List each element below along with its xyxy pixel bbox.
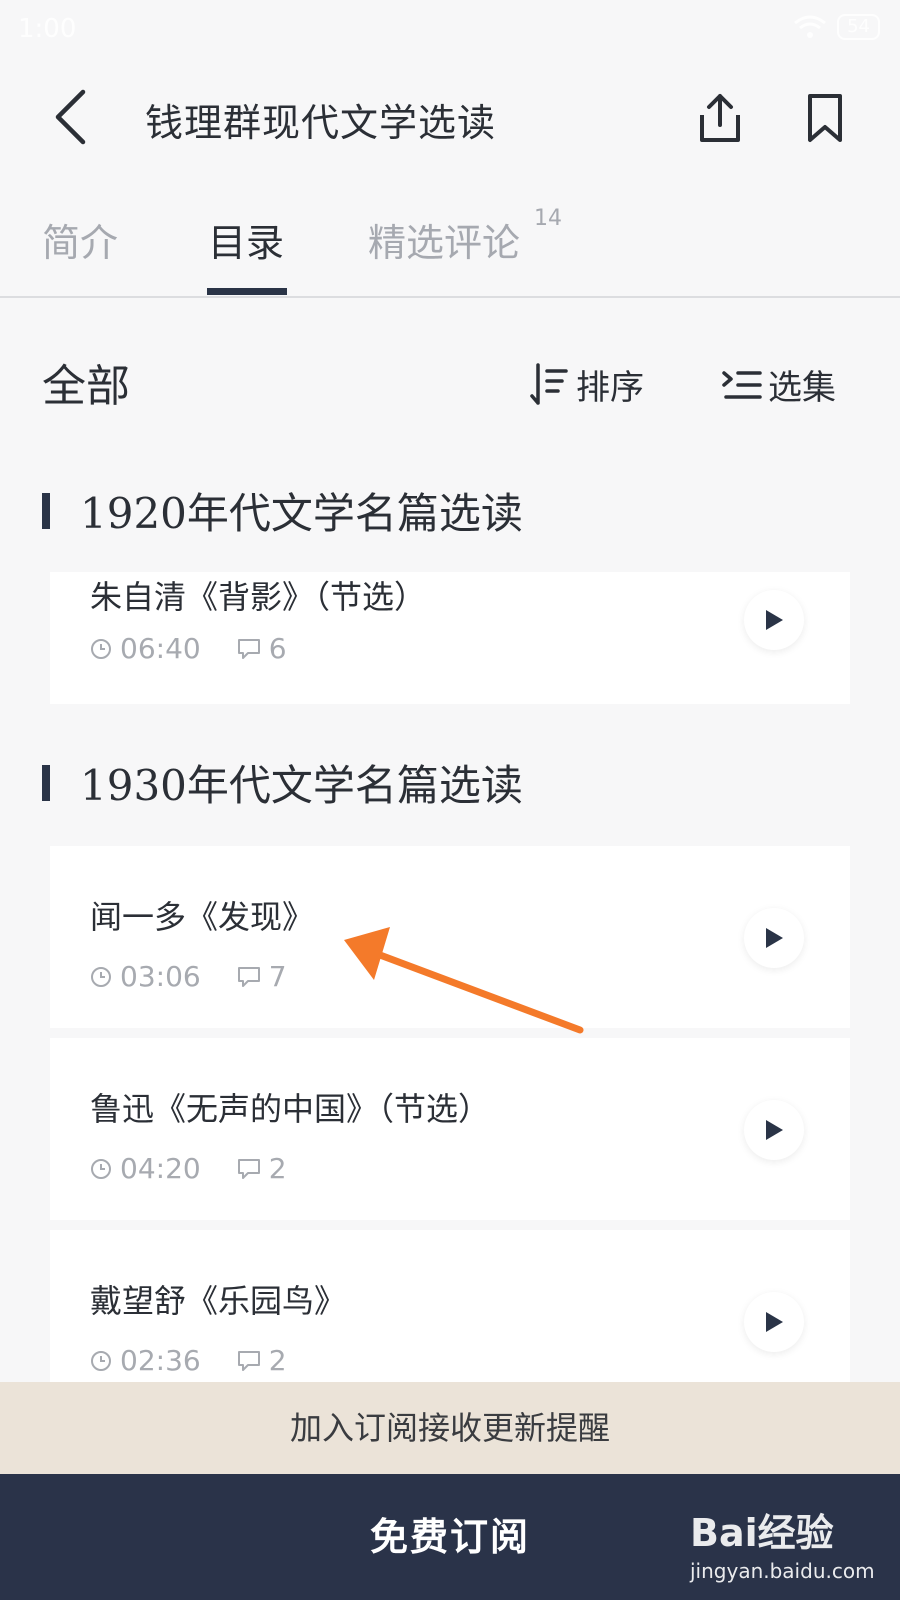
sort-button[interactable]: 排序	[530, 360, 644, 409]
bookmark-icon	[808, 94, 842, 142]
play-icon	[766, 928, 783, 948]
status-bar: 1:00 54	[0, 0, 900, 60]
comment-icon	[237, 1158, 260, 1179]
episode-title: 朱自清《背影》（节选）	[90, 578, 427, 616]
comment-icon	[237, 966, 260, 987]
duration-text: 02:36	[120, 1344, 201, 1377]
bookmark-button[interactable]	[800, 86, 850, 150]
play-icon	[766, 1312, 783, 1332]
episode-card[interactable]: 朱自清《背影》（节选） 06:40 6	[50, 572, 850, 704]
clock-icon	[91, 1350, 111, 1371]
episode-meta: 04:20 2	[90, 1152, 323, 1185]
list-select-icon	[722, 370, 762, 399]
comments: 7	[237, 960, 287, 993]
select-label: 选集	[768, 368, 836, 408]
play-icon	[766, 1120, 783, 1140]
group-heading: 1930年代文学名篇选读	[80, 761, 523, 810]
back-button[interactable]	[40, 82, 100, 152]
free-subscribe-button[interactable]: 免费订阅	[370, 1515, 530, 1559]
episode-card[interactable]: 鲁迅《无声的中国》（节选） 04:20 2	[50, 1038, 850, 1220]
watermark-logo: Bai经验	[690, 1511, 834, 1555]
duration: 03:06	[90, 960, 201, 993]
play-button[interactable]	[744, 908, 804, 968]
sort-icon	[530, 362, 568, 405]
comment-count: 7	[268, 960, 287, 993]
comments: 2	[237, 1344, 287, 1377]
clock-icon	[91, 638, 111, 659]
list-toolbar: 全部 排序 选集	[0, 350, 900, 420]
comment-count-badge: 14	[534, 206, 563, 231]
battery-indicator: 54	[837, 14, 880, 40]
tab-bar: 简介 目录 精选评论 14	[0, 190, 900, 298]
episode-card[interactable]: 戴望舒《乐园鸟》 02:36 2	[50, 1230, 850, 1382]
comment-icon	[237, 1350, 260, 1371]
tab-comments-label: 精选评论	[368, 221, 521, 265]
episode-meta: 02:36 2	[90, 1344, 323, 1377]
comments: 2	[237, 1152, 287, 1185]
group-marker	[42, 764, 50, 801]
top-header: 钱理群现代文学选读	[0, 60, 900, 175]
episode-title: 鲁迅《无声的中国》（节选）	[90, 1090, 491, 1128]
tab-intro[interactable]: 简介	[42, 212, 118, 267]
episode-title: 戴望舒《乐园鸟》	[90, 1282, 347, 1320]
status-time: 1:00	[18, 14, 77, 44]
tab-comments[interactable]: 精选评论 14	[368, 206, 562, 267]
comment-icon	[237, 638, 260, 659]
duration: 06:40	[90, 632, 201, 665]
group-heading: 1920年代文学名篇选读	[80, 489, 523, 538]
episode-select-button[interactable]: 选集	[722, 360, 836, 409]
play-button[interactable]	[744, 1292, 804, 1352]
duration: 04:20	[90, 1152, 201, 1185]
sort-label: 排序	[576, 368, 644, 408]
comment-count: 6	[268, 632, 287, 665]
play-icon	[766, 610, 783, 630]
baidu-jingyan-watermark: Bai经验 jingyan.baidu.com	[690, 1502, 890, 1592]
subscribe-reminder-banner[interactable]: 加入订阅接收更新提醒	[0, 1382, 900, 1474]
active-tab-indicator	[207, 288, 287, 295]
comment-count: 2	[268, 1152, 287, 1185]
group-title-1930s: 1930年代文学名篇选读	[42, 752, 523, 813]
comments: 6	[237, 632, 287, 665]
episode-meta: 06:40 6	[90, 632, 323, 665]
share-button[interactable]	[690, 86, 750, 150]
duration-text: 04:20	[120, 1152, 201, 1185]
episode-card[interactable]: 闻一多《发现》 03:06 7	[50, 846, 850, 1028]
clock-icon	[91, 966, 111, 987]
back-arrow-icon	[55, 89, 86, 145]
episode-meta: 03:06 7	[90, 960, 323, 993]
clock-icon	[91, 1158, 111, 1179]
page-title: 钱理群现代文学选读	[145, 101, 497, 145]
episode-title: 闻一多《发现》	[90, 898, 315, 936]
duration: 02:36	[90, 1344, 201, 1377]
play-button[interactable]	[744, 590, 804, 650]
duration-text: 06:40	[120, 632, 201, 665]
share-icon	[700, 94, 740, 142]
all-label: 全部	[42, 361, 130, 412]
status-icons: 54	[793, 14, 880, 40]
group-title-1920s: 1920年代文学名篇选读	[42, 480, 523, 541]
wifi-icon	[794, 15, 827, 38]
duration-text: 03:06	[120, 960, 201, 993]
tab-toc[interactable]: 目录	[208, 212, 284, 267]
group-marker	[42, 492, 50, 529]
play-button[interactable]	[744, 1100, 804, 1160]
watermark-url: jingyan.baidu.com	[690, 1559, 875, 1583]
comment-count: 2	[268, 1344, 287, 1377]
